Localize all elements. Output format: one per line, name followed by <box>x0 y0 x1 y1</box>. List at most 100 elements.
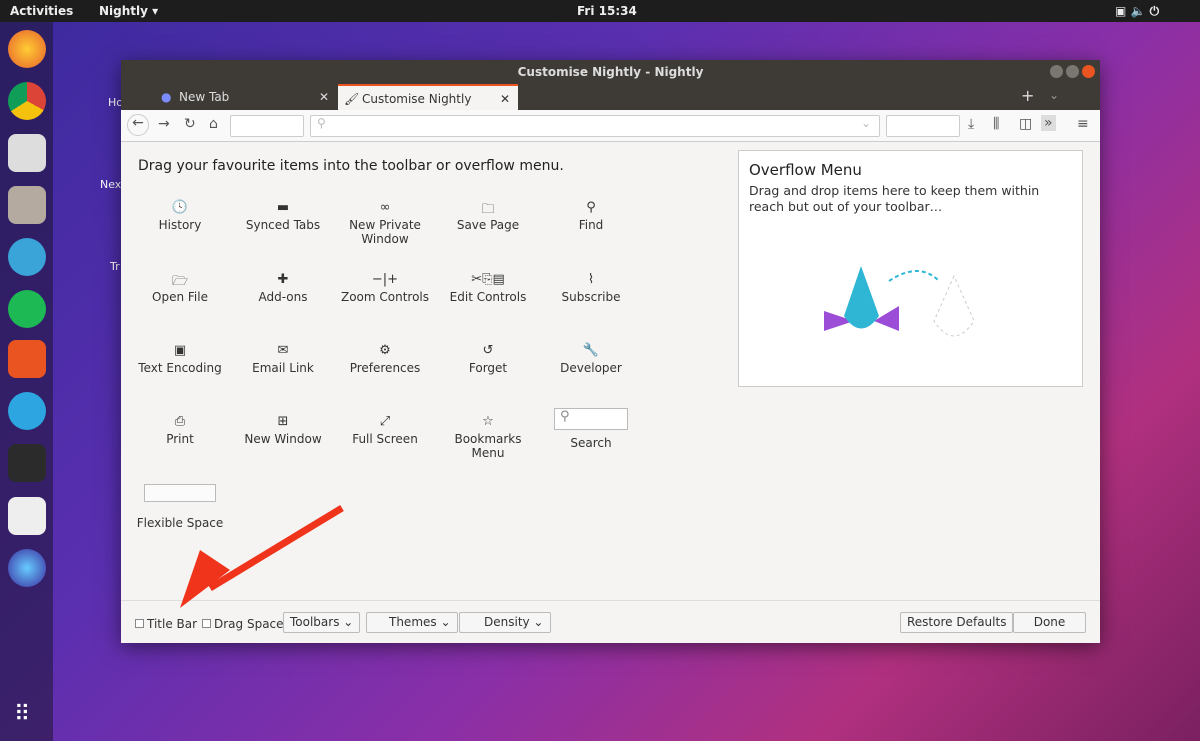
item-icon: ∞ <box>379 200 391 215</box>
maximize-button[interactable] <box>1066 65 1079 78</box>
restore-defaults-button[interactable]: Restore Defaults <box>900 612 1014 633</box>
item-label: Synced Tabs <box>245 218 321 232</box>
item-full-screen[interactable]: ⤢ Full Screen <box>335 414 435 446</box>
title-bar-checkbox[interactable]: Title Bar <box>135 617 197 631</box>
close-window-button[interactable] <box>1082 65 1095 78</box>
speaker-icon[interactable] <box>8 134 46 172</box>
item-label: Developer <box>560 361 622 375</box>
item-subscribe[interactable]: ⌇ Subscribe <box>541 272 641 304</box>
item-new-private-window[interactable]: ∞ New Private Window <box>335 200 435 246</box>
bird-icon[interactable] <box>8 238 46 276</box>
item-forget[interactable]: ↺ Forget <box>438 343 538 375</box>
item-label: Zoom Controls <box>340 290 430 304</box>
drag-space-checkbox[interactable]: Drag Space <box>202 617 284 631</box>
software-icon[interactable] <box>8 340 46 378</box>
minimize-button[interactable] <box>1050 65 1063 78</box>
telegram-icon[interactable] <box>8 392 46 430</box>
customise-hint: Drag your favourite items into the toolb… <box>138 158 564 174</box>
item-label: Preferences <box>349 361 421 375</box>
item-label: Subscribe <box>561 290 621 304</box>
nav-bar: ← → ↻ ⌂ ⚲ ⌄ ⤓ ⫼ ◫ » ≡ <box>121 110 1100 142</box>
item-save-page[interactable]: 🗀 Save Page <box>438 200 538 232</box>
item-label: Print <box>166 432 194 446</box>
item-developer[interactable]: 🔧 Developer <box>541 343 641 375</box>
files-icon[interactable] <box>8 186 46 224</box>
app-grid-icon[interactable]: ⠿ <box>14 702 30 727</box>
library-button[interactable]: ⫼ <box>993 116 999 132</box>
spotify-icon[interactable] <box>8 290 46 328</box>
reload-button[interactable]: ↻ <box>184 116 196 132</box>
item-label: New Private Window <box>349 218 421 246</box>
checkbox-label: Title Bar <box>147 617 198 631</box>
item-label: Full Screen <box>352 432 418 446</box>
search-field[interactable] <box>886 115 960 137</box>
item-icon: ▣ <box>173 343 187 358</box>
overflow-button[interactable]: » <box>1041 115 1056 131</box>
item-zoom-controls[interactable]: −|+ Zoom Controls <box>335 272 435 304</box>
item-preferences[interactable]: ⚙ Preferences <box>335 343 435 375</box>
back-button[interactable]: ← <box>127 114 149 136</box>
item-text-encoding[interactable]: ▣ Text Encoding <box>130 343 230 375</box>
download-button[interactable]: ⤓ <box>968 116 974 132</box>
tab-list-button[interactable]: ⌄ <box>1049 88 1059 102</box>
activities-button[interactable]: Activities <box>10 4 73 18</box>
app-menu[interactable]: Nightly ▾ <box>99 4 158 18</box>
item-new-window[interactable]: ⊞ New Window <box>233 414 333 446</box>
close-tab-icon[interactable]: ✕ <box>500 86 510 112</box>
item-icon: −|+ <box>371 272 399 287</box>
item-synced-tabs[interactable]: ▬ Synced Tabs <box>233 200 333 232</box>
item-find[interactable]: ⚲ Find <box>541 200 641 232</box>
firefox-icon[interactable] <box>8 30 46 68</box>
done-button[interactable]: Done <box>1013 612 1086 633</box>
overflow-title: Overflow Menu <box>749 161 862 179</box>
new-tab-button[interactable]: + <box>1021 86 1034 105</box>
item-label: Save Page <box>456 218 520 232</box>
tab-strip: ● New Tab ✕ 🖌 Customise Nightly ✕ + ⌄ <box>121 84 1100 110</box>
item-email-link[interactable]: ✉ Email Link <box>233 343 333 375</box>
item-open-file[interactable]: 🗁 Open File <box>130 272 230 304</box>
item-icon: ⚲ <box>586 200 596 215</box>
item-label: Text Encoding <box>138 361 222 375</box>
item-icon: 🔧 <box>582 343 600 358</box>
overflow-text: Drag and drop items here to keep them wi… <box>749 183 1040 214</box>
desktop-trash[interactable]: Tr <box>110 260 120 273</box>
tab-label: New Tab <box>179 90 230 104</box>
nightly-icon[interactable] <box>8 549 46 587</box>
chrome-icon[interactable] <box>8 82 46 120</box>
density-button[interactable]: Density ⌄ <box>459 612 551 633</box>
dock: ⠿ <box>0 22 53 741</box>
item-icon: ▬ <box>276 200 290 215</box>
item-label: Email Link <box>252 361 314 375</box>
tab-new-tab[interactable]: ● New Tab ✕ <box>155 84 337 110</box>
item-print[interactable]: ⎙ Print <box>130 414 230 446</box>
settings-icon[interactable] <box>8 497 46 535</box>
menu-button[interactable]: ≡ <box>1077 116 1089 132</box>
item-icon: ☆ <box>482 414 494 429</box>
home-button[interactable]: ⌂ <box>209 116 218 132</box>
flexible-space-field <box>230 115 304 137</box>
desktop-next[interactable]: Nex <box>100 178 121 191</box>
item-label: Bookmarks Menu <box>454 432 522 460</box>
item-label: Add-ons <box>258 290 308 304</box>
item-bookmarks-menu[interactable]: ☆ Bookmarks Menu <box>438 414 538 460</box>
toolbars-button[interactable]: Toolbars ⌄ <box>283 612 361 633</box>
search-field-icon: ⚲ <box>554 408 628 430</box>
item-history[interactable]: 🕓 History <box>130 200 230 232</box>
item-label: Edit Controls <box>449 290 527 304</box>
tab-customise[interactable]: 🖌 Customise Nightly ✕ <box>338 84 518 110</box>
item-icon: 🗁 <box>171 274 189 289</box>
terminal-icon[interactable] <box>8 444 46 482</box>
item-search[interactable]: ⚲ Search <box>541 408 641 450</box>
clock[interactable]: Fri 15:34 <box>577 4 637 18</box>
forward-button[interactable]: → <box>158 116 170 132</box>
item-label: Find <box>578 218 604 232</box>
themes-button[interactable]: Themes ⌄ <box>366 612 458 633</box>
close-tab-icon[interactable]: ✕ <box>319 84 329 110</box>
sidebar-button[interactable]: ◫ <box>1019 116 1032 132</box>
item-icon: ⊞ <box>277 414 289 429</box>
item-icon: ⎙ <box>174 414 186 429</box>
url-bar[interactable]: ⚲ ⌄ <box>310 115 880 137</box>
item-edit-controls[interactable]: ✂⎘▤ Edit Controls <box>438 272 538 304</box>
system-icons[interactable]: ▣ 🔈 ⏻ <box>1115 4 1159 19</box>
item-add-ons[interactable]: ✚ Add-ons <box>233 272 333 304</box>
